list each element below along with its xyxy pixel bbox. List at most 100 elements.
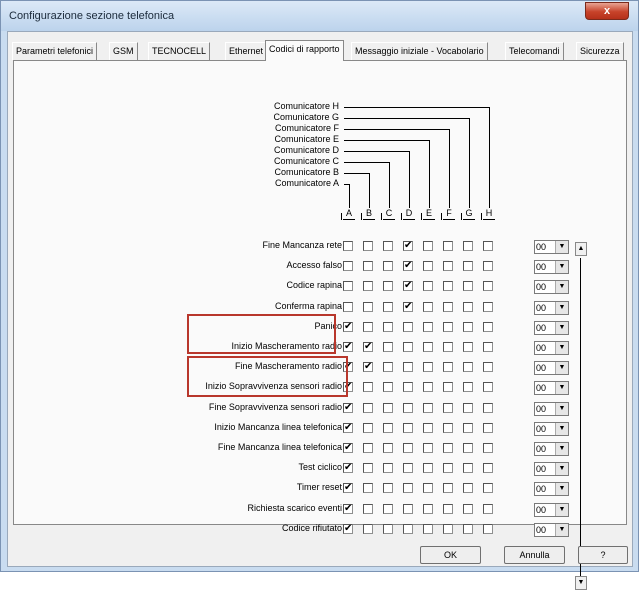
checkbox-b[interactable] bbox=[363, 443, 373, 453]
checkbox-h[interactable] bbox=[483, 483, 493, 493]
checkbox-e[interactable] bbox=[423, 423, 433, 433]
checkbox-g[interactable] bbox=[463, 302, 473, 312]
checkbox-f[interactable] bbox=[443, 342, 453, 352]
checkbox-d[interactable]: ✔ bbox=[403, 281, 413, 291]
checkbox-g[interactable] bbox=[463, 322, 473, 332]
checkbox-b[interactable] bbox=[363, 483, 373, 493]
checkbox-d[interactable] bbox=[403, 483, 413, 493]
checkbox-f[interactable] bbox=[443, 362, 453, 372]
report-code-select[interactable]: 00 ▼ bbox=[534, 523, 569, 537]
help-button[interactable]: ? bbox=[578, 546, 628, 564]
checkbox-c[interactable] bbox=[383, 524, 393, 534]
chevron-down-icon[interactable]: ▼ bbox=[555, 241, 568, 253]
checkbox-a[interactable] bbox=[343, 302, 353, 312]
checkbox-a[interactable]: ✔ bbox=[343, 423, 353, 433]
checkbox-b[interactable] bbox=[363, 423, 373, 433]
checkbox-h[interactable] bbox=[483, 342, 493, 352]
report-code-select[interactable]: 00 ▼ bbox=[534, 341, 569, 355]
checkbox-c[interactable] bbox=[383, 362, 393, 372]
chevron-down-icon[interactable]: ▼ bbox=[555, 403, 568, 415]
checkbox-g[interactable] bbox=[463, 382, 473, 392]
checkbox-a[interactable]: ✔ bbox=[343, 322, 353, 332]
chevron-down-icon[interactable]: ▼ bbox=[555, 504, 568, 516]
checkbox-f[interactable] bbox=[443, 423, 453, 433]
checkbox-d[interactable]: ✔ bbox=[403, 302, 413, 312]
checkbox-e[interactable] bbox=[423, 281, 433, 291]
checkbox-e[interactable] bbox=[423, 524, 433, 534]
checkbox-b[interactable] bbox=[363, 463, 373, 473]
checkbox-g[interactable] bbox=[463, 483, 473, 493]
tab-codici-di-rapporto[interactable]: Codici di rapporto bbox=[265, 40, 344, 61]
checkbox-g[interactable] bbox=[463, 423, 473, 433]
checkbox-a[interactable]: ✔ bbox=[343, 443, 353, 453]
checkbox-d[interactable] bbox=[403, 342, 413, 352]
checkbox-d[interactable] bbox=[403, 423, 413, 433]
checkbox-c[interactable] bbox=[383, 382, 393, 392]
report-code-select[interactable]: 00 ▼ bbox=[534, 462, 569, 476]
checkbox-d[interactable] bbox=[403, 524, 413, 534]
checkbox-b[interactable] bbox=[363, 382, 373, 392]
chevron-down-icon[interactable]: ▼ bbox=[555, 322, 568, 334]
tab-gsm[interactable]: GSM bbox=[109, 42, 138, 60]
chevron-down-icon[interactable]: ▼ bbox=[555, 463, 568, 475]
cancel-button[interactable]: Annulla bbox=[504, 546, 565, 564]
checkbox-d[interactable] bbox=[403, 362, 413, 372]
checkbox-f[interactable] bbox=[443, 403, 453, 413]
checkbox-h[interactable] bbox=[483, 322, 493, 332]
checkbox-b[interactable] bbox=[363, 504, 373, 514]
report-code-select[interactable]: 00 ▼ bbox=[534, 482, 569, 496]
checkbox-c[interactable] bbox=[383, 342, 393, 352]
checkbox-b[interactable] bbox=[363, 261, 373, 271]
checkbox-g[interactable] bbox=[463, 362, 473, 372]
checkbox-e[interactable] bbox=[423, 342, 433, 352]
checkbox-b[interactable] bbox=[363, 302, 373, 312]
checkbox-g[interactable] bbox=[463, 504, 473, 514]
checkbox-e[interactable] bbox=[423, 261, 433, 271]
checkbox-a[interactable]: ✔ bbox=[343, 463, 353, 473]
tab-parametri-telefonici[interactable]: Parametri telefonici bbox=[12, 42, 98, 60]
checkbox-b[interactable] bbox=[363, 524, 373, 534]
checkbox-d[interactable] bbox=[403, 403, 413, 413]
checkbox-a[interactable]: ✔ bbox=[343, 524, 353, 534]
checkbox-c[interactable] bbox=[383, 322, 393, 332]
checkbox-c[interactable] bbox=[383, 443, 393, 453]
checkbox-f[interactable] bbox=[443, 261, 453, 271]
report-code-select[interactable]: 00 ▼ bbox=[534, 442, 569, 456]
checkbox-b[interactable] bbox=[363, 403, 373, 413]
checkbox-a[interactable]: ✔ bbox=[343, 403, 353, 413]
chevron-down-icon[interactable]: ▼ bbox=[555, 281, 568, 293]
checkbox-d[interactable]: ✔ bbox=[403, 261, 413, 271]
checkbox-c[interactable] bbox=[383, 302, 393, 312]
checkbox-h[interactable] bbox=[483, 261, 493, 271]
checkbox-h[interactable] bbox=[483, 524, 493, 534]
checkbox-d[interactable]: ✔ bbox=[403, 241, 413, 251]
tab-telecomandi[interactable]: Telecomandi bbox=[505, 42, 564, 60]
checkbox-d[interactable] bbox=[403, 322, 413, 332]
checkbox-h[interactable] bbox=[483, 241, 493, 251]
checkbox-h[interactable] bbox=[483, 281, 493, 291]
report-code-select[interactable]: 00 ▼ bbox=[534, 361, 569, 375]
chevron-down-icon[interactable]: ▼ bbox=[555, 483, 568, 495]
checkbox-g[interactable] bbox=[463, 443, 473, 453]
scrollbar-track[interactable] bbox=[580, 258, 581, 584]
chevron-down-icon[interactable]: ▼ bbox=[555, 423, 568, 435]
checkbox-c[interactable] bbox=[383, 423, 393, 433]
checkbox-f[interactable] bbox=[443, 504, 453, 514]
checkbox-b[interactable] bbox=[363, 281, 373, 291]
checkbox-h[interactable] bbox=[483, 302, 493, 312]
checkbox-f[interactable] bbox=[443, 443, 453, 453]
checkbox-c[interactable] bbox=[383, 504, 393, 514]
chevron-down-icon[interactable]: ▼ bbox=[555, 261, 568, 273]
report-code-select[interactable]: 00 ▼ bbox=[534, 240, 569, 254]
checkbox-a[interactable] bbox=[343, 261, 353, 271]
checkbox-f[interactable] bbox=[443, 281, 453, 291]
checkbox-e[interactable] bbox=[423, 382, 433, 392]
checkbox-g[interactable] bbox=[463, 403, 473, 413]
checkbox-g[interactable] bbox=[463, 241, 473, 251]
chevron-down-icon[interactable]: ▼ bbox=[555, 302, 568, 314]
checkbox-g[interactable] bbox=[463, 524, 473, 534]
checkbox-c[interactable] bbox=[383, 281, 393, 291]
checkbox-f[interactable] bbox=[443, 524, 453, 534]
checkbox-d[interactable] bbox=[403, 443, 413, 453]
checkbox-e[interactable] bbox=[423, 463, 433, 473]
